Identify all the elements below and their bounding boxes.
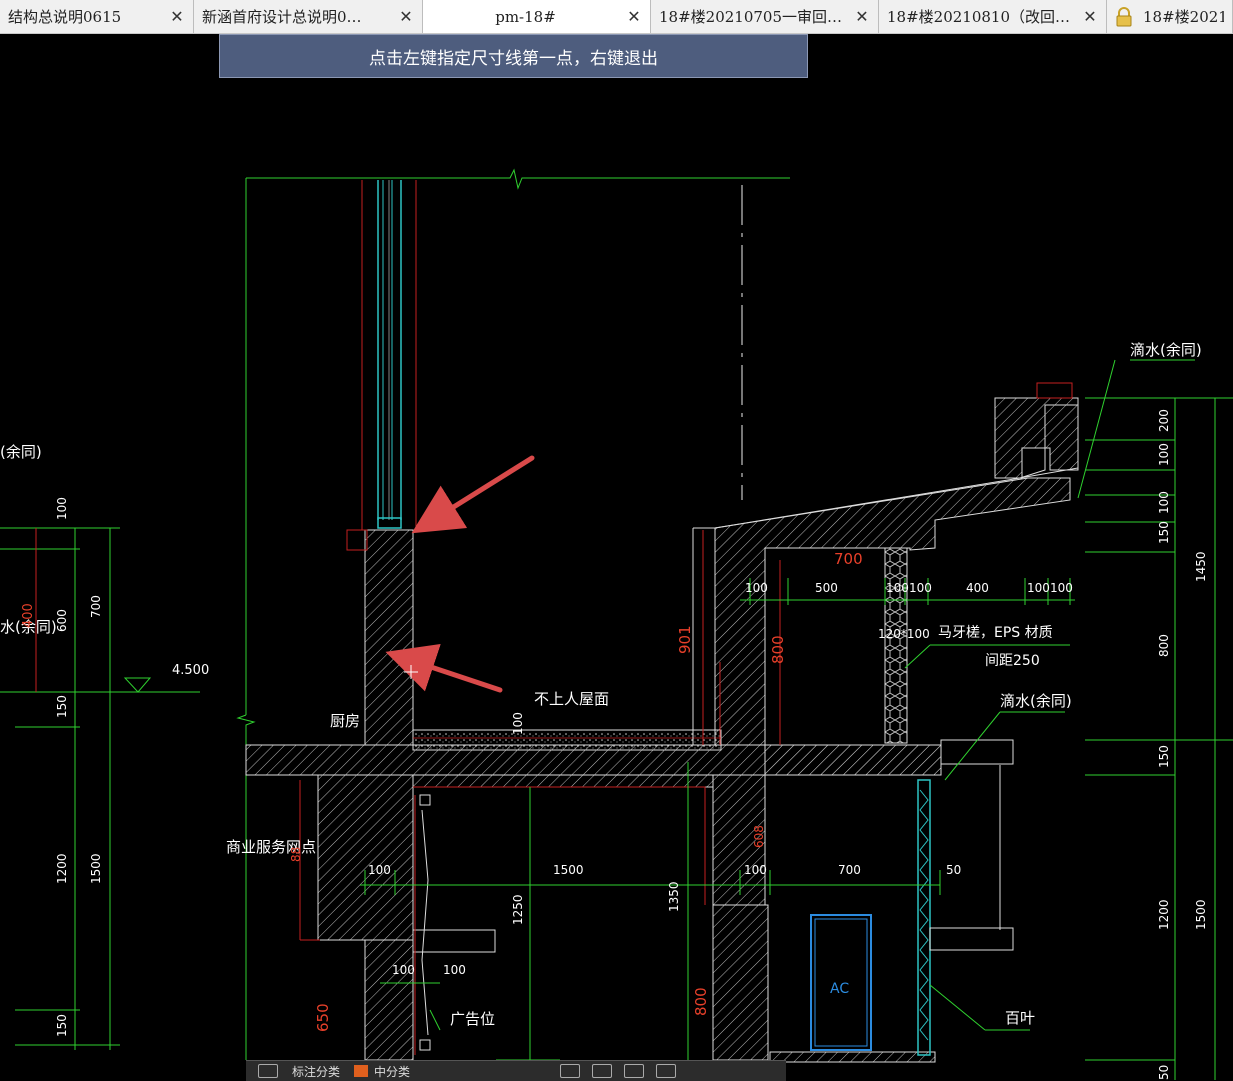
dim-text: 500 <box>815 581 838 595</box>
dim-text: 1450 <box>1194 551 1208 582</box>
dim-text: 100 <box>1050 581 1073 595</box>
dim-text: 100 <box>886 581 909 595</box>
dim-text: 1500 <box>553 863 584 877</box>
dim-text: 100 <box>511 712 525 735</box>
dim-text: 50 <box>946 863 961 877</box>
dim-text: 600 <box>55 609 69 632</box>
dim-text: 800 <box>1157 634 1171 657</box>
label-kitchen: 厨房 <box>330 712 360 730</box>
pen-icon[interactable] <box>560 1064 581 1078</box>
dim-text: 650 <box>314 1003 332 1032</box>
dim-text: 150 <box>55 1014 69 1037</box>
dim-text: 100 <box>443 963 466 977</box>
dim-text: 88 <box>289 847 303 862</box>
label-roof: 不上人屋面 <box>534 690 609 708</box>
dim-text: 50 <box>1157 1065 1171 1080</box>
toolbar-field-1[interactable]: 标注分类 <box>292 1063 340 1079</box>
parapet-wall <box>364 529 414 746</box>
dim-text: 1200 <box>55 853 69 884</box>
toolbar-field-2[interactable]: 中分类 <box>354 1063 410 1079</box>
dim-text: 150 <box>1157 745 1171 768</box>
dim-text: 700 <box>838 863 861 877</box>
dim-text: 120*100 <box>878 627 930 641</box>
dim-text: 100 <box>909 581 932 595</box>
color-swatch <box>354 1065 369 1077</box>
label-spacing: 间距250 <box>985 653 1040 669</box>
dimension-lines <box>0 359 1233 1080</box>
label-elev: 4.500 <box>172 663 209 678</box>
dim-text: 100 <box>1027 581 1050 595</box>
dim-text: 1200 <box>1157 899 1171 930</box>
toolbar-field-label: 中分类 <box>374 1064 411 1079</box>
dim-text: 1350 <box>667 881 681 912</box>
dim-text: 150 <box>55 695 69 718</box>
dim-text: 800 <box>769 635 787 664</box>
label-brick: 马牙槎，EPS 材质 <box>938 625 1053 641</box>
toolbar-field-label: 标注分类 <box>292 1064 341 1079</box>
dim-text: 150 <box>1157 521 1171 544</box>
label-ad: 广告位 <box>450 1010 495 1028</box>
label-louver: 百叶 <box>1005 1009 1035 1027</box>
rotate-icon[interactable] <box>592 1064 613 1078</box>
label-drip-left-top: (余同) <box>0 443 42 461</box>
copy-icon[interactable] <box>624 1064 645 1078</box>
dim-text: 700 <box>834 550 863 568</box>
dim-text: 608 <box>752 825 766 848</box>
dim-text: 1500 <box>1194 899 1208 930</box>
right-structure <box>692 382 1079 1063</box>
dim-text: 800 <box>692 987 710 1016</box>
dim-text: 200 <box>1157 409 1171 432</box>
save-icon[interactable] <box>656 1064 677 1078</box>
glass-column <box>361 180 417 530</box>
label-drip-right-mid: 滴水(余同) <box>1000 692 1072 710</box>
dim-text: 100 <box>744 863 767 877</box>
dim-text: 700 <box>89 595 103 618</box>
dim-text: 100 <box>1157 443 1171 466</box>
bottom-toolbar: 标注分类 中分类 <box>246 1060 786 1081</box>
dim-text: 1500 <box>89 853 103 884</box>
glasses-icon[interactable] <box>258 1064 278 1078</box>
dim-text: 901 <box>676 625 694 654</box>
dim-text: 400 <box>966 581 989 595</box>
dim-text: 100 <box>392 963 415 977</box>
dim-text: 400 <box>21 603 36 628</box>
dim-text: 1250 <box>511 894 525 925</box>
cad-canvas[interactable]: AC 滴水(余同) (余同) 水(余同) 滴水(余同) 不上人屋面 厨房 商业服… <box>0 0 1233 1080</box>
dim-text: 100 <box>368 863 391 877</box>
dim-text: 100 <box>1157 491 1171 514</box>
label-drip-top-right: 滴水(余同) <box>1130 341 1202 359</box>
dim-text: 100 <box>55 497 69 520</box>
dim-text: 100 <box>745 581 768 595</box>
ac-label: AC <box>830 981 849 997</box>
